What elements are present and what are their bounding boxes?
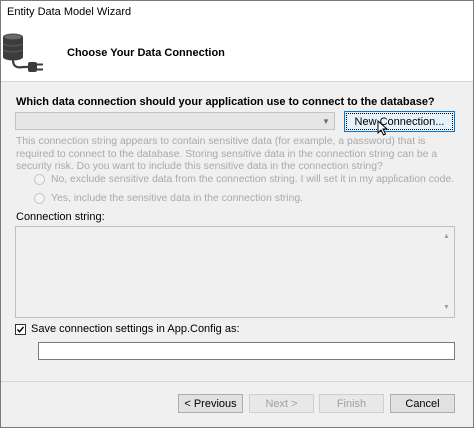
data-connection-dropdown[interactable]: ▼ <box>15 112 335 130</box>
connection-string-textarea[interactable]: ▲ ▼ <box>15 226 455 318</box>
radio-include-sensitive[interactable]: Yes, include the sensitive data in the c… <box>34 193 303 204</box>
page-title: Choose Your Data Connection <box>67 47 225 59</box>
wizard-window: Entity Data Model Wizard Choose Your Dat… <box>0 0 474 428</box>
finish-button[interactable]: Finish <box>319 394 384 413</box>
next-button[interactable]: Next > <box>249 394 314 413</box>
checkmark-icon <box>16 326 25 333</box>
save-settings-label: Save connection settings in App.Config a… <box>31 323 240 335</box>
radio-exclude-label: No, exclude sensitive data from the conn… <box>51 174 455 185</box>
footer-separator <box>1 381 473 382</box>
vertical-scrollbar[interactable]: ▲ ▼ <box>439 227 454 317</box>
database-plug-icon <box>2 33 43 72</box>
save-settings-row[interactable]: Save connection settings in App.Config a… <box>15 323 240 335</box>
chevron-down-icon[interactable]: ▼ <box>318 113 334 129</box>
cancel-button[interactable]: Cancel <box>390 394 455 413</box>
radio-exclude-sensitive[interactable]: No, exclude sensitive data from the conn… <box>34 174 454 185</box>
scroll-down-icon[interactable]: ▼ <box>439 300 454 315</box>
mouse-cursor-icon <box>377 120 389 136</box>
sensitive-data-description: This connection string appears to contai… <box>16 136 438 172</box>
previous-button[interactable]: < Previous <box>178 394 243 413</box>
radio-include-label: Yes, include the sensitive data in the c… <box>51 193 304 204</box>
new-connection-label: New Connection... <box>346 113 453 130</box>
connection-question: Which data connection should your applic… <box>16 96 435 108</box>
radio-button[interactable] <box>34 193 45 204</box>
window-title: Entity Data Model Wizard <box>7 6 132 18</box>
scroll-up-icon[interactable]: ▲ <box>439 229 454 244</box>
radio-button[interactable] <box>34 174 45 185</box>
save-settings-checkbox[interactable] <box>15 323 26 335</box>
title-bar: Entity Data Model Wizard <box>1 1 473 25</box>
wizard-header: Choose Your Data Connection <box>1 25 473 82</box>
config-name-input[interactable] <box>38 342 455 360</box>
connection-string-label: Connection string: <box>16 211 105 223</box>
new-connection-button[interactable]: New Connection... <box>344 111 455 132</box>
